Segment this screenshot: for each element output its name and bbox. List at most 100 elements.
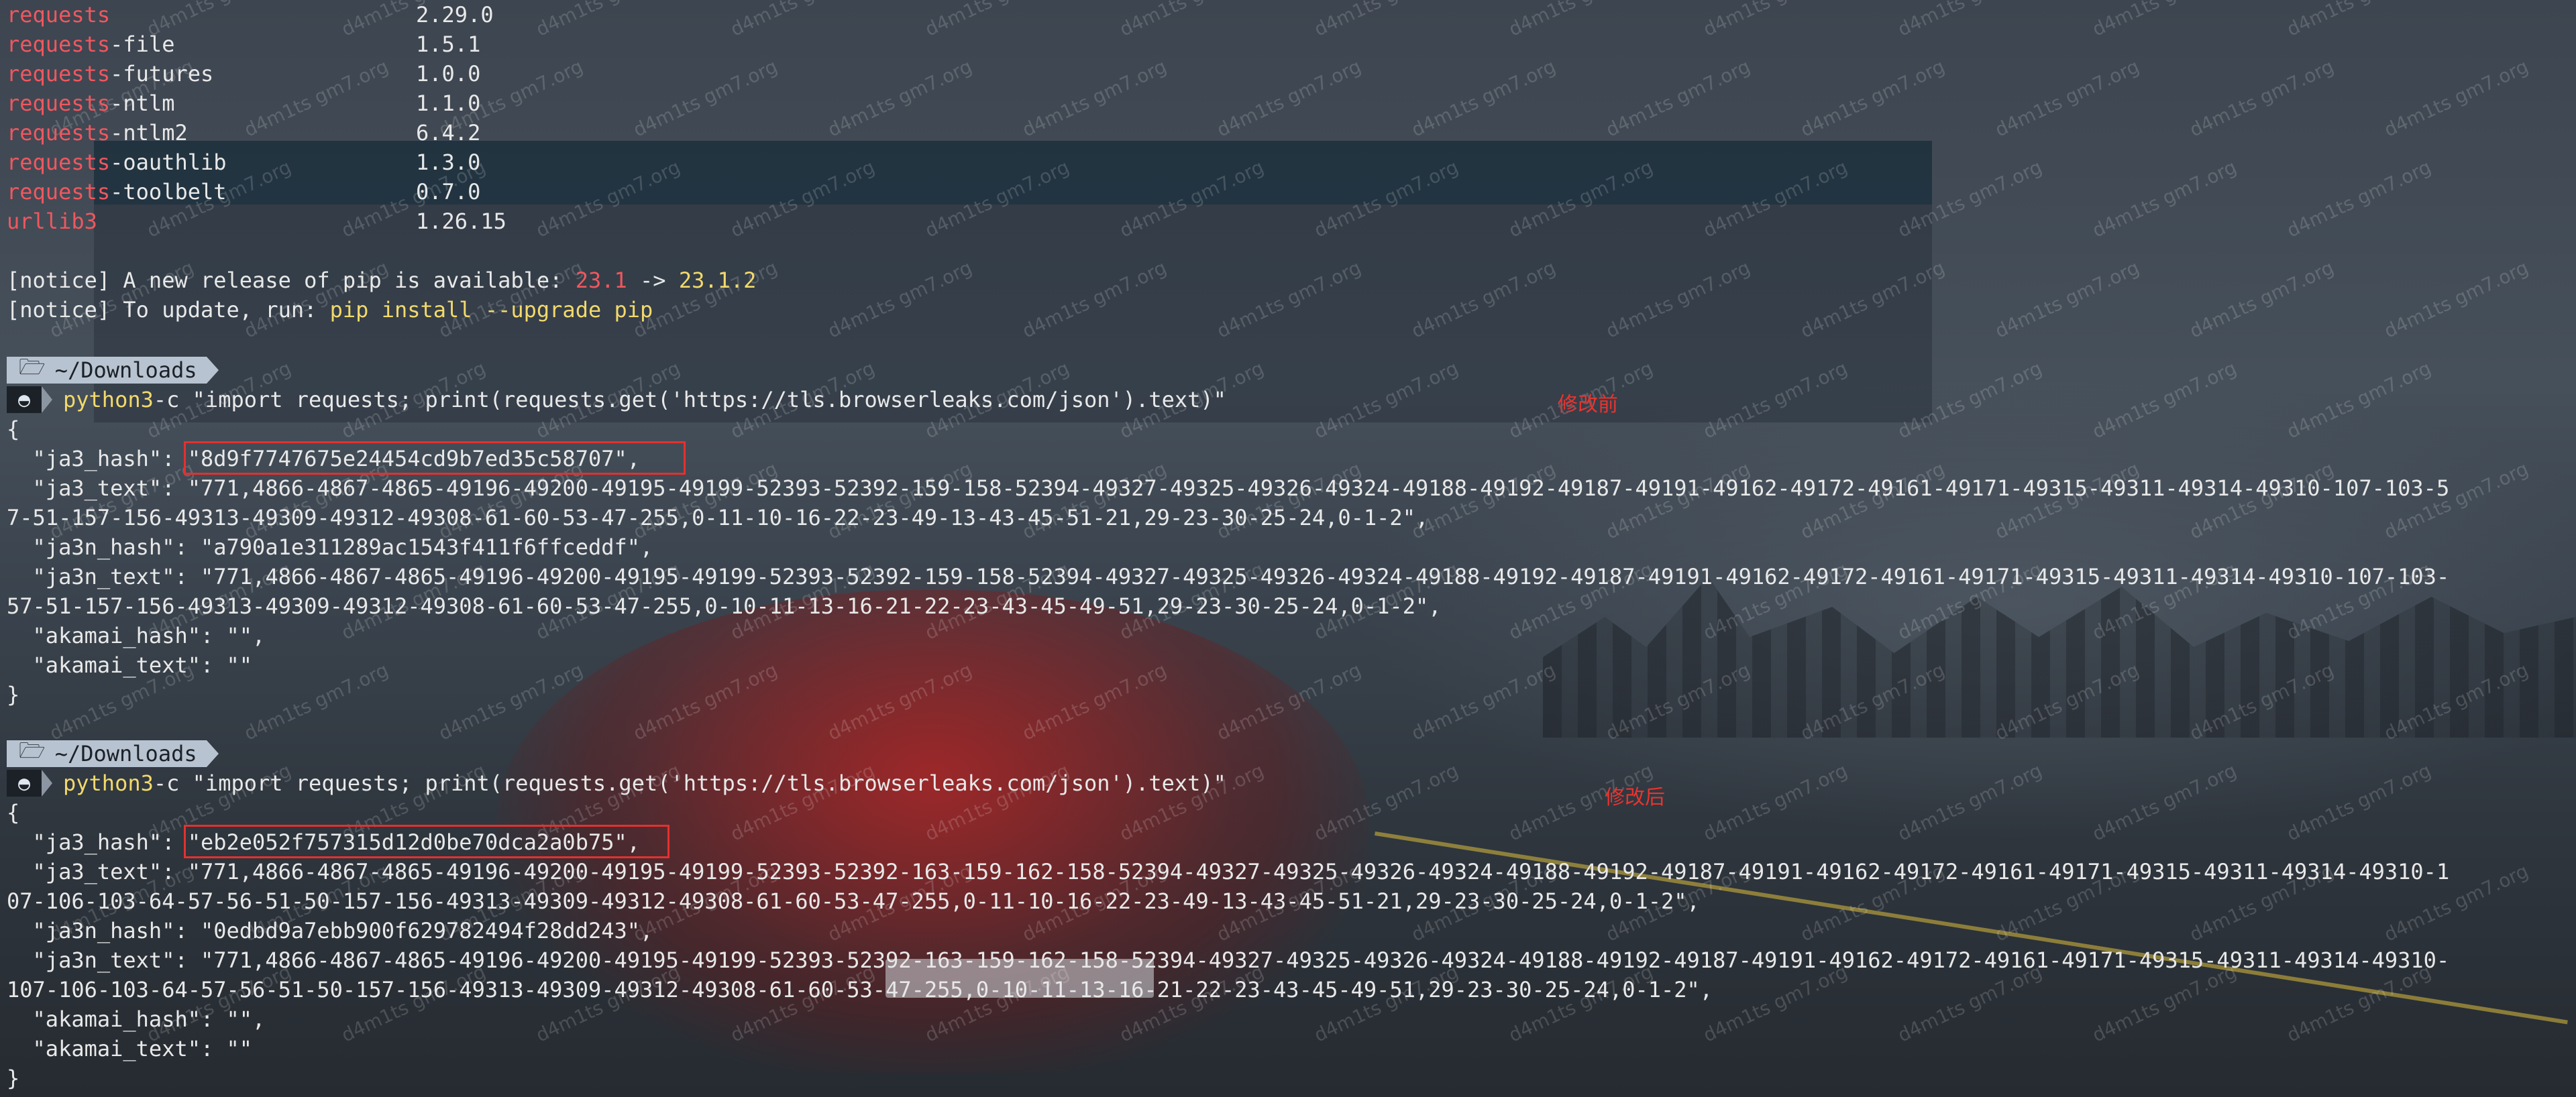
watermark-text: d4m1ts gm7.org bbox=[1796, 658, 1948, 745]
json-ja3-text-line-cont: 7-51-157-156-49313-49309-49312-49308-61-… bbox=[7, 505, 1429, 530]
package-row: requests-futures 1.0.0 bbox=[7, 59, 480, 89]
package-version: 6.4.2 bbox=[416, 120, 481, 146]
watermark-text: d4m1ts gm7.org bbox=[1310, 357, 1462, 443]
watermark-text: d4m1ts gm7.org bbox=[1116, 156, 1267, 242]
prompt-path-segment: 🗁 ~/Downloads bbox=[7, 354, 219, 385]
watermark-text: d4m1ts gm7.org bbox=[824, 55, 975, 141]
watermark-text: d4m1ts gm7.org bbox=[1407, 658, 1559, 745]
watermark-text: d4m1ts gm7.org bbox=[2283, 357, 2434, 443]
package-row: requests 2.29.0 bbox=[7, 0, 494, 30]
notice-new-version: 23.1.2 bbox=[678, 268, 757, 293]
watermark-text: d4m1ts gm7.org bbox=[1505, 156, 1656, 242]
package-name: requests bbox=[7, 61, 111, 86]
notice-tag: [notice] bbox=[7, 297, 111, 323]
command-exe: python3 bbox=[63, 387, 154, 412]
folder-icon: 🗁 bbox=[19, 354, 46, 380]
watermark-text: d4m1ts gm7.org bbox=[1796, 256, 1948, 343]
watermark-text: d4m1ts gm7.org bbox=[1894, 357, 2045, 443]
watermark-text: d4m1ts gm7.org bbox=[2283, 759, 2434, 846]
watermark-text: d4m1ts gm7.org bbox=[1602, 658, 1754, 745]
package-row: requests-file 1.5.1 bbox=[7, 30, 480, 59]
json-open-brace: { bbox=[7, 416, 20, 442]
prompt-arrow-icon bbox=[206, 357, 219, 384]
notice-text: To update, run: bbox=[110, 297, 330, 323]
json-close-brace: } bbox=[7, 682, 20, 707]
watermark-text: d4m1ts gm7.org bbox=[922, 0, 1073, 41]
watermark-text: d4m1ts gm7.org bbox=[2380, 256, 2532, 343]
package-name: requests bbox=[7, 150, 111, 175]
package-name-suffix: -ntlm bbox=[110, 91, 175, 116]
watermark-text: d4m1ts gm7.org bbox=[2089, 0, 2240, 41]
package-name: requests bbox=[7, 32, 111, 57]
watermark-text: d4m1ts gm7.org bbox=[629, 658, 781, 745]
json-ja3-text-line: "ja3_text": "771,4866-4867-4865-49196-49… bbox=[7, 859, 2450, 884]
os-icon: ◓ bbox=[7, 386, 42, 413]
watermark-text: d4m1ts gm7.org bbox=[1991, 658, 2143, 745]
watermark-text: d4m1ts gm7.org bbox=[629, 55, 781, 141]
package-version: 1.0.0 bbox=[416, 61, 481, 86]
watermark-text: d4m1ts gm7.org bbox=[1018, 256, 1170, 343]
notice-text: A new release of pip is available: bbox=[110, 268, 576, 293]
watermark-text: d4m1ts gm7.org bbox=[240, 55, 392, 141]
ja3-hash-key: "ja3_hash": bbox=[7, 446, 188, 471]
json-akamai-text-line: "akamai_text": "" bbox=[7, 652, 253, 678]
prompt-path: ~/Downloads bbox=[54, 741, 197, 766]
prompt-folder: 🗁 ~/Downloads bbox=[7, 354, 207, 384]
json-ja3n-text-line: "ja3n_text": "771,4866-4867-4865-49196-4… bbox=[7, 564, 2450, 589]
package-version: 1.3.0 bbox=[416, 150, 481, 175]
package-name-suffix: -futures bbox=[110, 61, 214, 86]
package-version: 1.1.0 bbox=[416, 91, 481, 116]
package-name-suffix: -toolbelt bbox=[110, 179, 227, 205]
command-args: -c "import requests; print(requests.get(… bbox=[153, 770, 1226, 796]
notice-arrow: -> bbox=[627, 268, 679, 293]
watermark-text: d4m1ts gm7.org bbox=[1699, 759, 1851, 846]
package-row: requests-toolbelt 0.7.0 bbox=[7, 177, 480, 207]
package-version: 0.7.0 bbox=[416, 179, 481, 205]
json-ja3n-text-line-cont: 107-106-103-64-57-56-51-50-157-156-49313… bbox=[7, 977, 1713, 1002]
json-ja3n-hash-line: "ja3n_hash": "0edbd9a7ebb900f629782494f2… bbox=[7, 918, 653, 943]
prompt-path-segment: 🗁 ~/Downloads bbox=[7, 738, 219, 768]
watermark-text: d4m1ts gm7.org bbox=[2186, 658, 2337, 745]
pip-notice-release: [notice] A new release of pip is availab… bbox=[7, 266, 756, 295]
watermark-text: d4m1ts gm7.org bbox=[1602, 55, 1754, 141]
package-name: requests bbox=[7, 179, 111, 205]
watermark-text: d4m1ts gm7.org bbox=[1505, 0, 1656, 41]
watermark-text: d4m1ts gm7.org bbox=[727, 0, 878, 41]
json-ja3n-text-line-cont: 57-51-157-156-49313-49309-49312-49308-61… bbox=[7, 593, 1442, 619]
package-version: 1.26.15 bbox=[416, 209, 506, 234]
command-args: -c "import requests; print(requests.get(… bbox=[153, 387, 1226, 412]
watermark-text: d4m1ts gm7.org bbox=[824, 658, 975, 745]
json-ja3-text-line: "ja3_text": "771,4866-4867-4865-49196-49… bbox=[7, 475, 2450, 501]
watermark-text: d4m1ts gm7.org bbox=[2088, 357, 2240, 443]
command-exe: python3 bbox=[63, 770, 154, 796]
watermark-text: d4m1ts gm7.org bbox=[1700, 0, 1851, 41]
watermark-text: d4m1ts gm7.org bbox=[1894, 156, 2045, 242]
watermark-text: d4m1ts gm7.org bbox=[1213, 256, 1364, 343]
json-ja3n-hash-line: "ja3n_hash": "a790a1e311289ac1543f411f6f… bbox=[7, 534, 653, 560]
watermark-text: d4m1ts gm7.org bbox=[435, 658, 586, 745]
watermark-text: d4m1ts gm7.org bbox=[1310, 759, 1462, 846]
package-version: 2.29.0 bbox=[416, 2, 494, 27]
pip-notice-update: [notice] To update, run: pip install --u… bbox=[7, 295, 653, 325]
watermark-text: d4m1ts gm7.org bbox=[1894, 759, 2045, 846]
json-akamai-hash-line: "akamai_hash": "", bbox=[7, 623, 266, 648]
package-name: requests bbox=[7, 91, 111, 116]
watermark-text: d4m1ts gm7.org bbox=[2283, 156, 2434, 242]
watermark-text: d4m1ts gm7.org bbox=[1991, 55, 2143, 141]
prompt-arrow-icon bbox=[42, 770, 52, 797]
watermark-text: d4m1ts gm7.org bbox=[1699, 357, 1851, 443]
prompt-folder: 🗁 ~/Downloads bbox=[7, 738, 207, 767]
package-name-suffix: -file bbox=[110, 32, 175, 57]
background-table-header bbox=[94, 141, 1932, 205]
package-name-suffix: -oauthlib bbox=[110, 150, 227, 175]
ja3-hash-highlight-box bbox=[184, 441, 686, 475]
watermark-text: d4m1ts gm7.org bbox=[2380, 55, 2532, 141]
annotation-after: 修改后 bbox=[1605, 786, 1665, 809]
watermark-text: d4m1ts gm7.org bbox=[532, 156, 684, 242]
watermark-text: d4m1ts gm7.org bbox=[2088, 759, 2240, 846]
watermark-text: d4m1ts gm7.org bbox=[533, 0, 684, 41]
notice-command: pip install --upgrade pip bbox=[329, 297, 653, 323]
command-line: ◓ python3 -c "import requests; print(req… bbox=[7, 768, 1226, 798]
watermark-text: d4m1ts gm7.org bbox=[1894, 0, 2045, 41]
json-close-brace: } bbox=[7, 1065, 20, 1091]
